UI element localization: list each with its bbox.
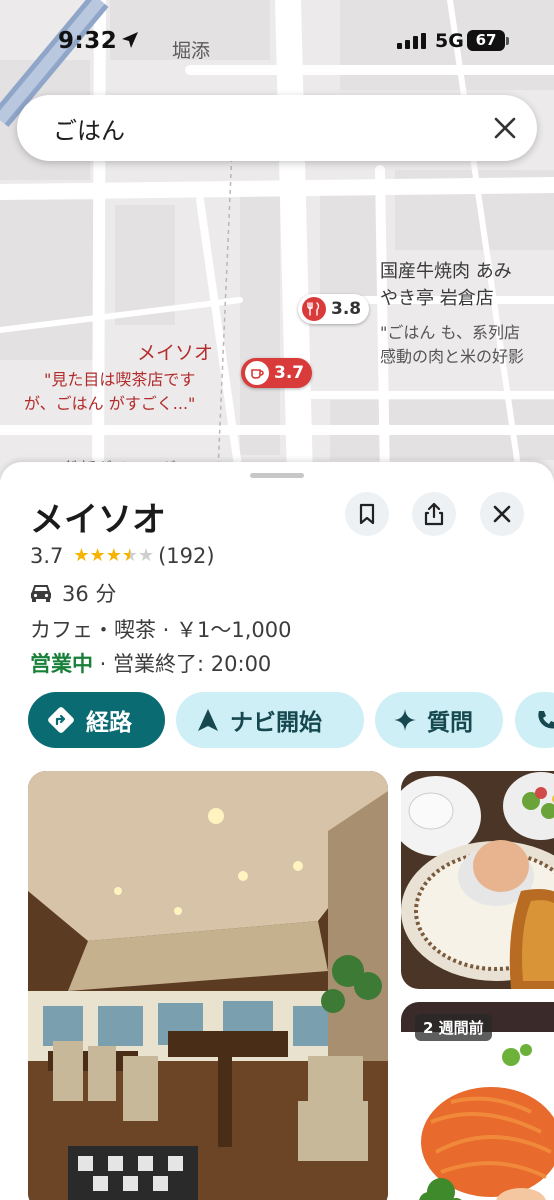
ask-button[interactable]: 質問	[375, 692, 503, 748]
share-icon	[424, 502, 444, 526]
phone-icon	[535, 708, 554, 732]
start-navigation-button[interactable]: ナビ開始	[176, 692, 364, 748]
navigation-arrow-icon	[196, 707, 220, 733]
map-place-label-2[interactable]: メイソオ	[137, 338, 213, 365]
close-icon	[494, 117, 516, 139]
sparkle-icon	[393, 708, 417, 732]
place-title: メイソオ	[30, 500, 166, 540]
pin-rating: 3.7	[274, 363, 305, 383]
battery-icon: 67	[467, 30, 505, 51]
photo-age-badge: 2 週間前	[415, 1014, 492, 1041]
hours-row[interactable]: 営業中 · 営業終了: 20:00	[30, 648, 271, 678]
directions-button[interactable]: 経路	[28, 692, 165, 748]
car-icon	[31, 585, 51, 602]
place-details-sheet[interactable]: メイソオ 3.7 ★ ★ ★ ★ ★ (192) 36 分 カフェ・喫茶 · ￥1～1,…	[0, 462, 554, 1200]
close-icon	[493, 505, 511, 523]
status-time: 9:32	[58, 28, 118, 54]
status-bar: 9:32 5G 67	[0, 0, 554, 84]
rating-value: 3.7	[30, 544, 64, 568]
ask-label: 質問	[427, 710, 473, 736]
open-status: 営業中	[30, 652, 93, 676]
location-arrow-icon	[122, 32, 138, 48]
photo-pasta[interactable]: 2 週間前	[401, 1002, 554, 1200]
star-icon: ★	[137, 545, 155, 566]
star-icon: ★	[73, 545, 90, 566]
drag-handle[interactable]	[250, 473, 304, 478]
map-place-snippet-2: "見た目は喫茶店です が、ごはん がすごく..."	[24, 370, 196, 413]
map-view[interactable]: 9:32 5G 67 堀添 ごはん 国産牛焼肉 あみ やき亭 岩倉店 "ごはん …	[0, 0, 554, 480]
drive-time: 36 分	[62, 582, 117, 606]
star-icon: ★	[105, 545, 122, 566]
save-button[interactable]	[345, 492, 389, 536]
star-icon: ★	[89, 545, 106, 566]
photo-interior[interactable]	[28, 771, 388, 1200]
directions-label: 経路	[86, 710, 132, 736]
star-rating: ★ ★ ★ ★ ★	[73, 546, 154, 566]
clear-search-button[interactable]	[489, 112, 521, 144]
category-price: カフェ・喫茶 · ￥1～1,000	[30, 618, 292, 642]
close-button[interactable]	[480, 492, 524, 536]
coffee-icon	[245, 361, 269, 385]
star-icon: ★	[121, 545, 138, 566]
review-count: (192)	[158, 544, 215, 568]
search-bar[interactable]: ごはん	[17, 95, 537, 161]
map-pin-selected-cafe[interactable]: 3.7	[241, 358, 313, 388]
share-button[interactable]	[412, 492, 456, 536]
breakfast-image	[401, 771, 554, 989]
restaurant-icon	[302, 297, 326, 321]
network-type: 5G	[435, 30, 464, 52]
search-input[interactable]: ごはん	[53, 111, 125, 146]
signal-icon	[397, 33, 426, 49]
closing-time: · 営業終了: 20:00	[93, 652, 272, 676]
directions-icon	[46, 705, 76, 735]
map-place-snippet-1: "ごはん も、系列店 感動の肉と米の好影	[380, 323, 525, 366]
pin-rating: 3.8	[331, 299, 362, 319]
call-button[interactable]	[515, 692, 554, 748]
battery-tip	[506, 37, 509, 45]
start-navigation-label: ナビ開始	[230, 710, 322, 736]
drive-time-row: 36 分	[30, 578, 116, 608]
area-label: 堀添	[172, 40, 211, 62]
map-pin-restaurant[interactable]: 3.8	[298, 294, 370, 324]
bookmark-icon	[359, 503, 375, 525]
map-place-label-1[interactable]: 国産牛焼肉 あみ やき亭 岩倉店	[380, 258, 512, 312]
photo-breakfast[interactable]	[401, 771, 554, 989]
interior-image	[28, 771, 388, 1200]
rating-row[interactable]: 3.7 ★ ★ ★ ★ ★ (192)	[30, 544, 215, 568]
action-chips: 経路 ナビ開始 質問	[28, 692, 554, 750]
